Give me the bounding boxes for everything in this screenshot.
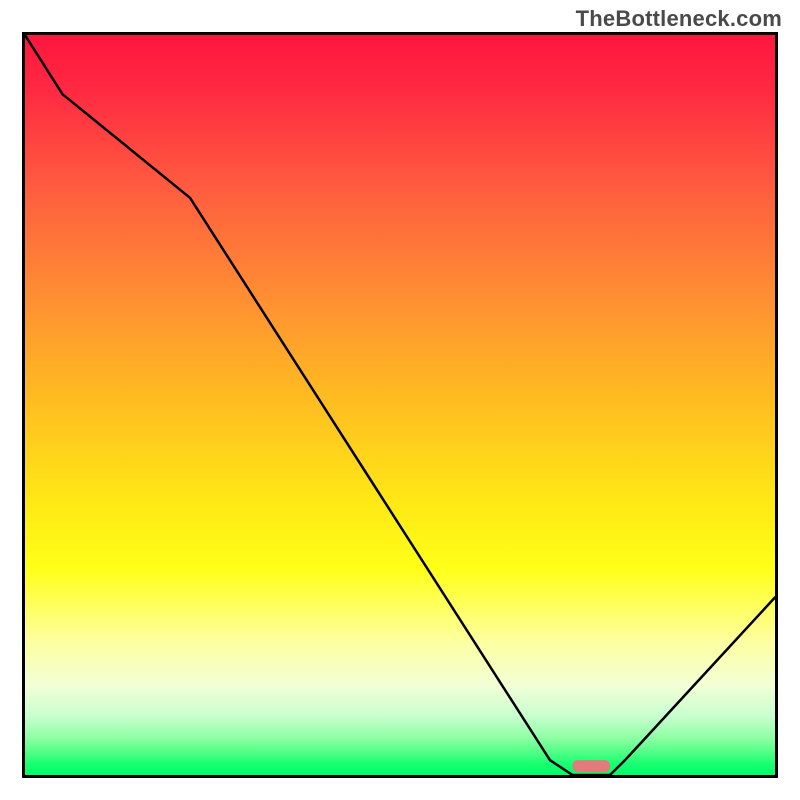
chart-container: TheBottleneck.com [0,0,800,800]
marker-rect [573,760,611,772]
plot-frame [22,32,778,778]
watermark-text: TheBottleneck.com [576,6,782,32]
plot-inner [25,35,775,775]
optimum-marker [25,35,775,775]
